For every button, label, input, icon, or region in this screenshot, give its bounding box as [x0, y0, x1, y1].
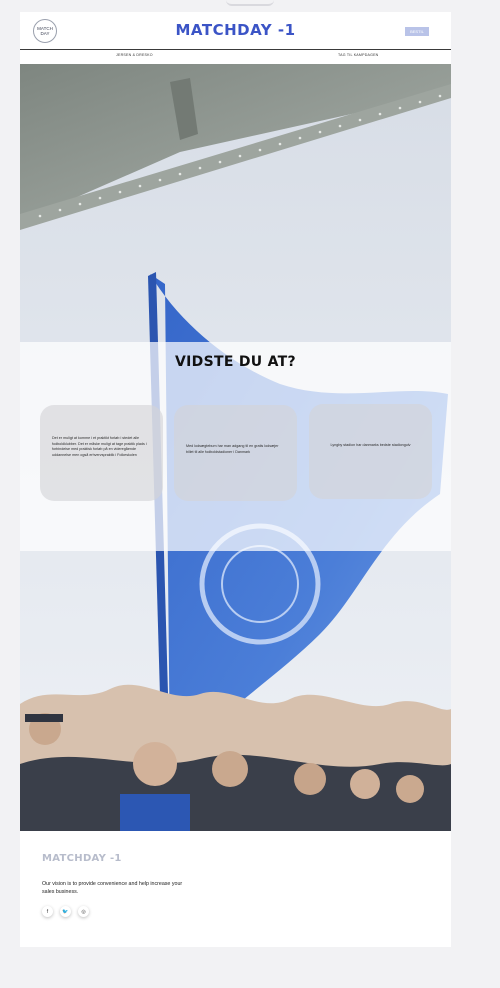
twitter-icon[interactable]: 🐦: [60, 906, 71, 917]
main-nav: JERSEN & DRESKO TAG TIL KAMPDAGEN: [20, 49, 451, 65]
hero-section: VIDSTE DU AT? Det er muligt at komme i e…: [20, 64, 451, 831]
fact-card: Lyngby stadion har danmarks bedste stadi…: [309, 404, 432, 499]
fact-card-text: Det er muligt at komme i et praktikt for…: [52, 436, 147, 457]
header-button[interactable]: BESTIL: [405, 27, 429, 36]
site-header: MATCH DAY MATCHDAY -1 BESTIL: [20, 12, 451, 49]
nav-link-matchday[interactable]: TAG TIL KAMPDAGEN: [338, 53, 378, 57]
footer-brand: MATCHDAY -1: [42, 853, 122, 864]
fact-card: Det er muligt at komme i et praktikt for…: [40, 405, 163, 501]
fact-card-text: Lyngby stadion har danmarks bedste stadi…: [330, 443, 411, 447]
fact-card-text: Med lodsægtebum har man adgang til en gr…: [186, 444, 279, 454]
page: MATCH DAY MATCHDAY -1 BESTIL JERSEN & DR…: [20, 12, 451, 947]
footer-vision-text: Our vision is to provide convenience and…: [42, 881, 183, 895]
site-footer: MATCHDAY -1 Our vision is to provide con…: [20, 831, 451, 947]
top-decoration: [226, 0, 274, 6]
nav-link-jersey[interactable]: JERSEN & DRESKO: [116, 53, 153, 57]
brand-title: MATCHDAY -1: [175, 21, 296, 39]
instagram-icon[interactable]: ◎: [78, 906, 89, 917]
facts-title: VIDSTE DU AT?: [175, 354, 296, 370]
fact-card: Med lodsægtebum har man adgang til en gr…: [174, 405, 297, 501]
facebook-icon[interactable]: f: [42, 906, 53, 917]
